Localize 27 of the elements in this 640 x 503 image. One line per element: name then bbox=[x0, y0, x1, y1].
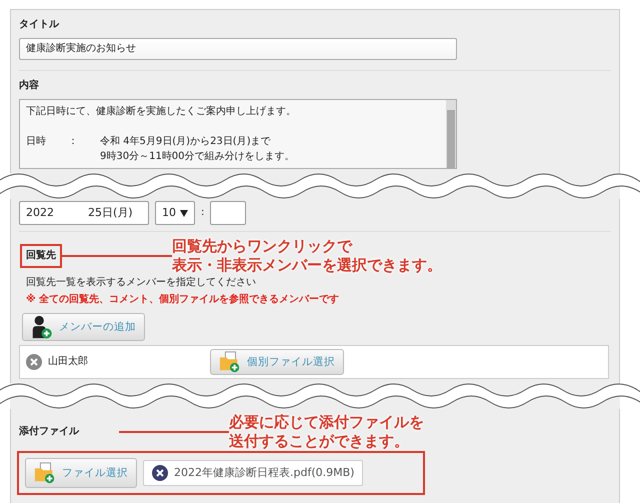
date-field[interactable]: 2022 25日(月) bbox=[19, 201, 149, 225]
field-label: 回覧先 bbox=[22, 246, 60, 266]
field-label: 添付ファイル bbox=[19, 425, 80, 439]
minute-field[interactable] bbox=[210, 201, 246, 225]
field-label: 内容 bbox=[19, 79, 40, 93]
content-term: 日時 bbox=[26, 134, 47, 149]
title-field[interactable]: 健康診断実施のお知らせ bbox=[19, 38, 457, 60]
folder-add-icon bbox=[219, 351, 241, 373]
content-textarea[interactable]: 下記日時にて、健康診断を実施したくご案内申し上げます。 日時 ： 令和 4年5月9日(月)から23日(月)まで 9時30分～11時00分で組み分けをします。 bbox=[19, 99, 457, 169]
content-text: 令和 4年5月9日(月)から23日(月)まで bbox=[100, 134, 271, 149]
file-name: 2022年健康診断日程表.pdf(0.9MB) bbox=[174, 466, 354, 480]
time-separator: : bbox=[201, 206, 204, 220]
callout-text: 回覧先からワンクリックで 表示・非表示メンバーを選択できます。 bbox=[172, 237, 442, 275]
scrollbar-drawing bbox=[446, 100, 456, 168]
folder-add-icon bbox=[34, 462, 56, 484]
content-separator: ： bbox=[68, 135, 79, 149]
person-add-icon bbox=[31, 315, 53, 339]
content-text: 9時30分～11時00分で組み分けをします。 bbox=[100, 150, 295, 164]
member-name: 山田太郎 bbox=[48, 355, 89, 369]
note-text: ※ 全ての回覧先、コメント、個別ファイルを参照できるメンバーです bbox=[26, 293, 340, 307]
hour-dropdown[interactable]: 10 bbox=[155, 201, 195, 225]
content-text: 下記日時にて、健康診断を実施したくご案内申し上げます。 bbox=[26, 104, 296, 119]
field-label: タイトル bbox=[19, 18, 60, 32]
callout-text: 必要に応じて添付ファイルを 送付することができます。 bbox=[229, 413, 424, 451]
remove-icon[interactable] bbox=[152, 465, 168, 481]
caret-icon bbox=[180, 210, 188, 216]
instruction-text: 回覧先一覧を表示するメンバーを指定してください bbox=[26, 276, 257, 290]
